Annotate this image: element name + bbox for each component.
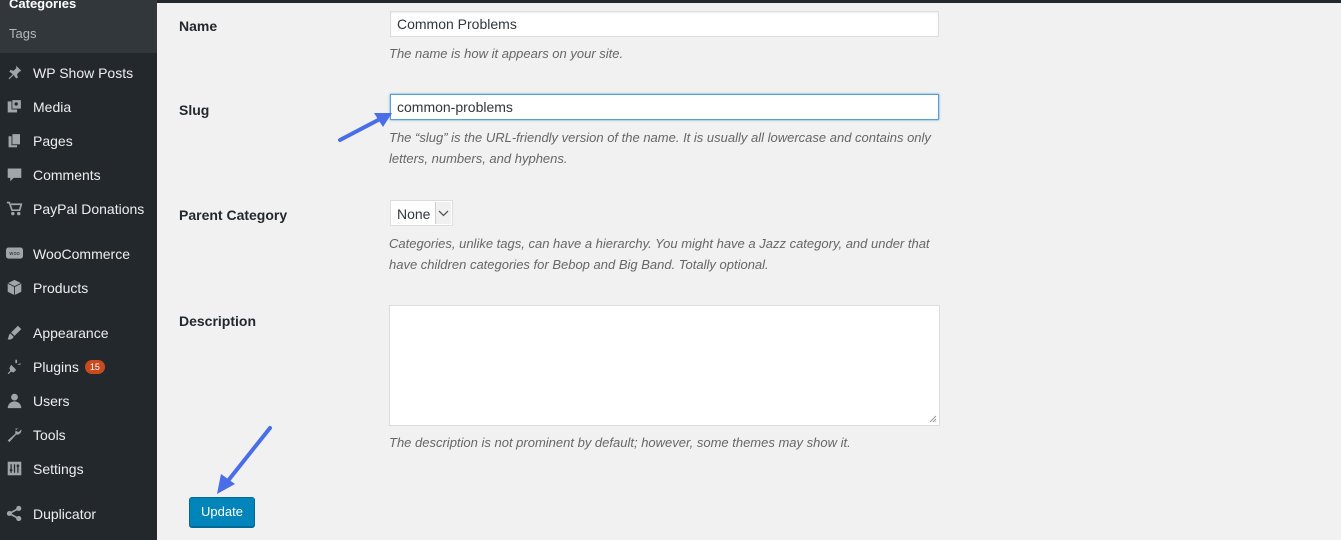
name-description: The name is how it appears on your site. [389, 46, 624, 61]
sidebar-item-pages[interactable]: Pages [0, 123, 157, 157]
sidebar-item-products[interactable]: Products [0, 270, 157, 304]
slug-label: Slug [179, 102, 210, 118]
user-icon [7, 393, 22, 409]
sidebar-item-label: Appearance [33, 325, 109, 341]
sidebar-item-users[interactable]: Users [0, 383, 157, 417]
sidebar-item-label: PayPal Donations [33, 201, 145, 217]
description-help: The description is not prominent by defa… [389, 435, 851, 450]
pages-icon [8, 133, 21, 148]
description-label: Description [179, 313, 257, 329]
admin-sidebar: Categories Tags WP Show Posts Media Page… [0, 0, 157, 540]
parent-category-label: Parent Category [179, 207, 288, 223]
sidebar-item-plugins[interactable]: Plugins 15 [0, 349, 157, 383]
sidebar-item-label: Pages [33, 133, 73, 149]
media-icon [7, 99, 22, 113]
sidebar-item-label: WooCommerce [33, 246, 130, 262]
sidebar-item-wp-show-posts[interactable]: WP Show Posts [0, 55, 157, 89]
sidebar-item-label: Duplicator [33, 506, 97, 522]
update-button[interactable]: Update [189, 497, 255, 527]
sidebar-item-media[interactable]: Media [0, 89, 157, 123]
wrench-icon [7, 428, 22, 443]
comments-icon [7, 168, 22, 182]
sidebar-item-comments[interactable]: Comments [0, 157, 157, 191]
settings-icon [7, 461, 22, 476]
svg-text:woo: woo [9, 251, 19, 257]
brush-icon [7, 325, 22, 340]
annotation-arrow-icon [338, 113, 392, 142]
slug-input[interactable]: common-problems [390, 94, 939, 120]
parent-category-description: Categories, unlike tags, can have a hier… [389, 236, 930, 272]
parent-category-select[interactable]: None [390, 200, 453, 226]
chevron-down-icon [435, 202, 451, 224]
sidebar-item-woocommerce[interactable]: woo WooCommerce [0, 236, 157, 270]
sidebar-item-tools[interactable]: Tools [0, 417, 157, 451]
parent-category-value: None [397, 206, 431, 222]
sidebar-item-settings[interactable]: Settings [0, 451, 157, 485]
cart-icon [6, 201, 23, 216]
sidebar-item-label: Plugins 15 [33, 359, 105, 375]
annotation-arrow-icon [217, 426, 272, 494]
sidebar-item-label: Users [33, 393, 70, 409]
slug-description: The “slug” is the URL-friendly version o… [389, 130, 931, 166]
sidebar-item-paypal-donations[interactable]: PayPal Donations [0, 191, 157, 225]
sidebar-item-label: Media [33, 99, 72, 115]
sidebar-item-duplicator[interactable]: Duplicator [0, 496, 157, 530]
woo-icon: woo [6, 247, 23, 259]
sidebar-item-label: Tools [33, 427, 66, 443]
share-icon [6, 505, 22, 522]
description-textarea[interactable] [389, 305, 940, 426]
box-icon [7, 279, 22, 296]
sidebar-item-label: Settings [33, 461, 84, 477]
sidebar-item-label: Comments [33, 167, 101, 183]
posts-submenu: Categories Tags [0, 0, 157, 53]
plugins-update-badge: 15 [84, 360, 105, 374]
sidebar-item-label: WP Show Posts [33, 65, 134, 81]
name-input[interactable]: Common Problems [390, 11, 939, 37]
name-label: Name [179, 18, 218, 34]
pin-icon [8, 65, 22, 80]
sidebar-item-appearance[interactable]: Appearance [0, 315, 157, 349]
submenu-item-tags[interactable]: Tags [9, 26, 36, 41]
submenu-item-categories[interactable]: Categories [9, 0, 76, 11]
plug-icon [7, 359, 21, 375]
top-strip [157, 0, 1341, 3]
sidebar-item-label: Products [33, 280, 89, 296]
resize-grip-icon[interactable] [929, 415, 937, 423]
